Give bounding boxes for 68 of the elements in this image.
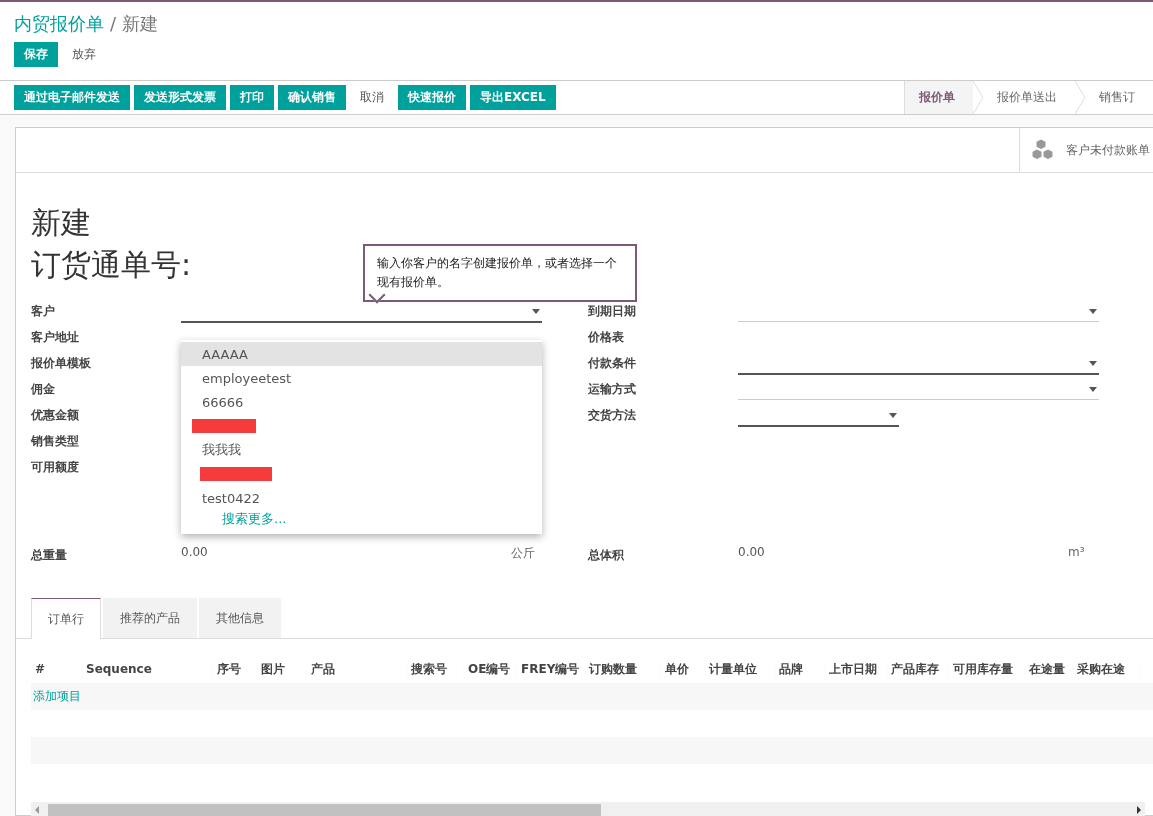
action-button[interactable]: 打印 <box>230 85 274 110</box>
field-label: 佣金 <box>31 381 56 398</box>
column-header: 可用库存量 <box>953 661 1013 676</box>
column-header: 订购数量 <box>589 661 637 676</box>
dropdown-option[interactable]: AAAAA <box>181 342 542 366</box>
column-header: 采购在途 <box>1077 661 1125 676</box>
dropdown-option[interactable]: 我我我 <box>181 438 542 462</box>
breadcrumb-separator: / <box>110 13 117 34</box>
field-label: 付款条件 <box>588 355 637 372</box>
step-divider <box>973 81 983 114</box>
redaction-bar <box>200 467 272 481</box>
column-header: 产品库存 <box>891 661 939 676</box>
step-divider <box>1075 81 1085 114</box>
field-label: 客户地址 <box>31 329 80 346</box>
column-header: 品牌 <box>779 661 803 676</box>
field-value: 0.00 <box>738 545 766 561</box>
text-button[interactable]: 放弃 <box>62 42 106 67</box>
column-header: 在途量 <box>1029 661 1065 676</box>
stat-button[interactable]: 客户未付款账单 <box>1019 128 1153 172</box>
status-step[interactable]: 销售订 <box>1085 81 1153 114</box>
action-button[interactable]: 保存 <box>14 42 58 67</box>
field-label: 交货方法 <box>588 407 637 424</box>
field-label: 报价单模板 <box>31 355 92 372</box>
breadcrumb-current: 新建 <box>122 12 159 36</box>
field-label: 到期日期 <box>588 303 637 320</box>
action-button[interactable]: 导出EXCEL <box>470 85 556 110</box>
column-header: Sequence <box>86 662 152 676</box>
record-number-label: 订货通单号: <box>31 246 192 284</box>
action-button[interactable]: 发送形式发票 <box>134 85 226 110</box>
column-header: 图片 <box>261 661 285 676</box>
field-label: 价格表 <box>588 329 625 346</box>
column-header: 产品 <box>311 661 335 676</box>
action-button[interactable]: 快速报价 <box>398 85 466 110</box>
field-label: 销售类型 <box>31 433 80 450</box>
column-header: 搜索号 <box>411 661 447 676</box>
unit-label: 公斤 <box>511 545 535 562</box>
tab[interactable]: 其他信息 <box>199 598 281 638</box>
column-header: 上市日期 <box>829 661 877 676</box>
tab[interactable]: 推荐的产品 <box>103 598 197 638</box>
column-header: 序号 <box>217 661 241 676</box>
status-step[interactable]: 报价单 <box>905 81 973 114</box>
tooltip: 输入你客户的名字创建报价单，或者选择一个现有报价单。 <box>363 244 637 302</box>
text-button[interactable]: 取消 <box>350 85 394 110</box>
field-label: 总重量 <box>31 547 68 564</box>
column-header: FREY编号 <box>521 661 580 676</box>
redaction-bar <box>192 419 256 433</box>
field-label: 总体积 <box>588 547 625 564</box>
record-title: 新建 <box>31 204 91 242</box>
action-button[interactable]: 确认销售 <box>278 85 346 110</box>
action-button[interactable]: 通过电子邮件发送 <box>14 85 130 110</box>
dropdown-option[interactable]: 66666 <box>181 390 542 414</box>
tab[interactable]: 订单行 <box>31 598 101 639</box>
column-header: 单价 <box>665 661 689 676</box>
field-label: 可用额度 <box>31 459 80 476</box>
column-header: OE编号 <box>468 661 511 676</box>
unit-label: m³ <box>1068 545 1085 561</box>
search-more-link[interactable]: 搜索更多... <box>181 510 542 528</box>
dropdown-option[interactable]: employeetest <box>181 366 542 390</box>
field-value: 0.00 <box>181 545 209 561</box>
column-header: # <box>35 662 46 676</box>
field-label: 优惠金额 <box>31 407 80 424</box>
dropdown-option[interactable]: test0422 <box>181 486 542 510</box>
breadcrumb-link[interactable]: 内贸报价单 <box>14 12 104 36</box>
field-label: 客户 <box>31 303 56 320</box>
column-header: 计量单位 <box>709 661 757 676</box>
status-step[interactable]: 报价单送出 <box>983 81 1075 114</box>
field-label: 运输方式 <box>588 381 637 398</box>
horizontal-scrollbar[interactable] <box>31 802 1145 816</box>
